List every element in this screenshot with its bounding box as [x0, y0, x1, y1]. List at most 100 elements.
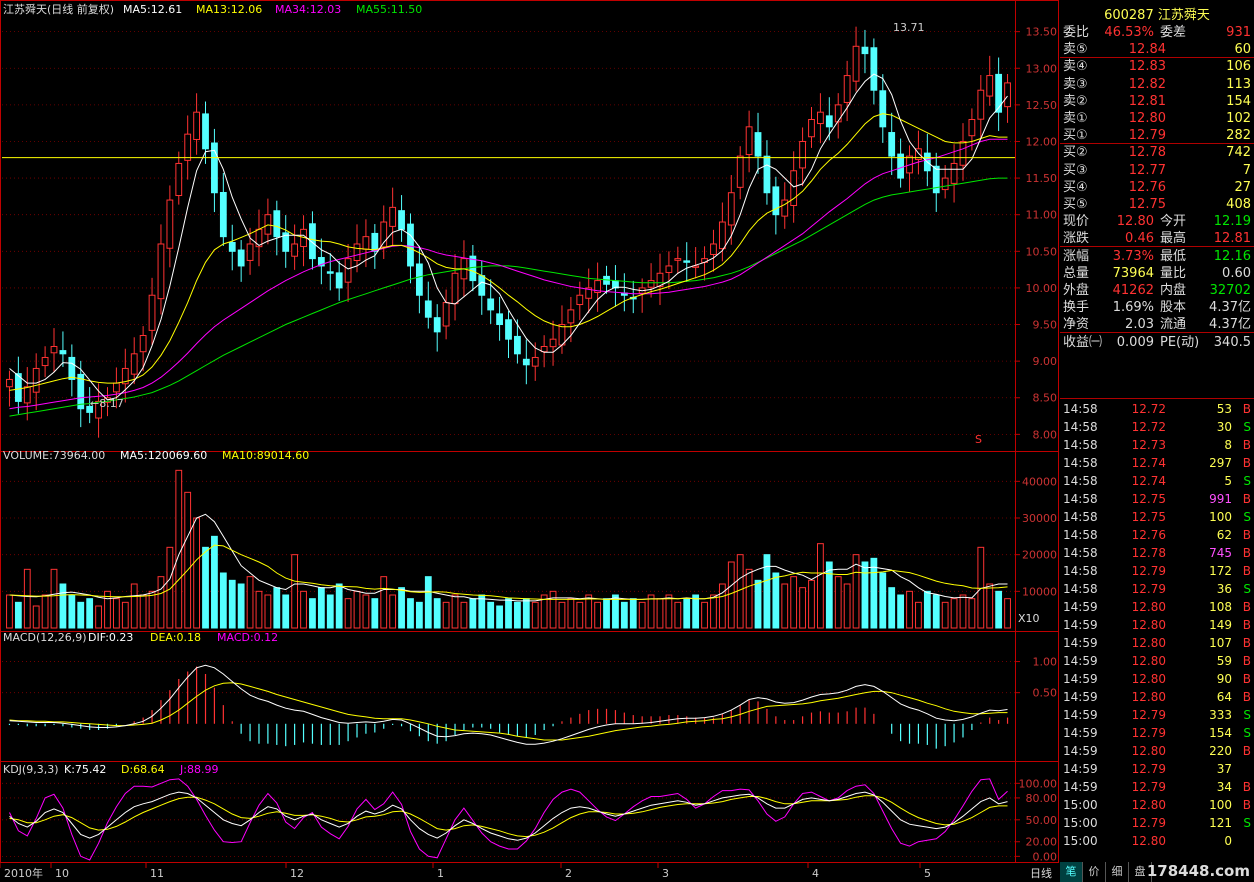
x-axis-label: 2010年 — [4, 866, 43, 880]
candle-body — [950, 162, 958, 184]
candle-body — [246, 243, 254, 261]
tick-side: B — [1242, 798, 1251, 812]
candle-body — [852, 45, 860, 82]
volume-bar — [193, 517, 200, 629]
side-tab-2[interactable]: 细 — [1106, 862, 1129, 882]
ask-volume: 106 — [1226, 59, 1251, 75]
vol-ma5-label: MA5:120069.60 — [120, 449, 207, 462]
kdj-panel[interactable] — [9, 778, 1008, 861]
candle-body — [184, 133, 192, 161]
candle-body — [567, 309, 575, 324]
candle-body — [6, 378, 13, 388]
period-tab[interactable]: 日线 — [1030, 866, 1052, 880]
candle-body — [130, 353, 138, 375]
candle-body — [932, 165, 940, 194]
tick-volume: 107 — [1209, 636, 1232, 650]
price-tick-label: 11.00 — [1026, 209, 1058, 222]
volume-bar — [629, 598, 637, 629]
price-tick-label: 8.00 — [1033, 428, 1058, 441]
tick-row: 14:58 12.74 297 B — [1060, 454, 1254, 472]
ask-label: 卖② — [1063, 93, 1088, 109]
volume-bar — [897, 594, 905, 629]
price-tick-label: 10.00 — [1026, 282, 1058, 295]
candle-body — [41, 356, 49, 367]
weibi-row: 委比 46.53% 委差 931 — [1060, 24, 1254, 41]
candle-body — [139, 335, 147, 353]
stat-value: 4.37亿 — [1209, 317, 1251, 333]
tick-side: B — [1242, 780, 1251, 794]
candle-body — [843, 75, 851, 103]
stat-value: 4.37亿 — [1209, 300, 1251, 316]
tick-volume: 100 — [1209, 798, 1232, 812]
tick-row: 14:58 12.78 745 B — [1060, 544, 1254, 562]
x-axis-label: 1 — [437, 867, 444, 880]
side-tab-1[interactable]: 价 — [1083, 862, 1106, 882]
tick-price: 12.74 — [1131, 456, 1166, 470]
candle-body — [522, 358, 530, 366]
volume-bar — [398, 587, 405, 629]
panel-separator — [1060, 246, 1254, 247]
candle-body — [514, 335, 521, 355]
candle-body — [496, 313, 503, 326]
volume-bar — [710, 594, 717, 629]
bid-volume: 27 — [1234, 179, 1251, 195]
quote-panel: 600287 江苏舜天 委比 46.53% 委差 931 卖⑤ 12.84 60 卖④ 12.8… — [1060, 0, 1254, 882]
volume-bar — [986, 583, 994, 629]
tick-price: 12.79 — [1131, 564, 1166, 578]
candle-body — [59, 350, 67, 355]
volume-bar — [317, 587, 325, 629]
stat-value: 12.16 — [1213, 248, 1251, 264]
tick-row: 14:59 12.80 59 B — [1060, 652, 1254, 670]
stat-label: 内盘 — [1160, 283, 1187, 298]
tick-volume: 149 — [1209, 618, 1232, 632]
tick-row: 14:58 12.76 62 B — [1060, 526, 1254, 544]
volume-bar — [291, 554, 299, 629]
ma55-label: MA55:11.50 — [356, 3, 422, 16]
volume-bar — [959, 594, 967, 629]
tick-row: 14:59 12.79 34 B — [1060, 778, 1254, 796]
kdj-d: D:68.64 — [121, 763, 165, 776]
stat-row: 现价 12.80 今开 12.19 — [1060, 213, 1254, 230]
tick-side: B — [1242, 654, 1251, 668]
tick-volume: 333 — [1209, 708, 1232, 722]
bid-row: 买③ 12.77 7 — [1060, 162, 1254, 179]
candle-body — [451, 272, 459, 305]
macd-panel[interactable] — [8, 664, 1009, 749]
candle-body — [175, 162, 183, 197]
tick-side: S — [1243, 708, 1251, 722]
volume-bar — [415, 601, 423, 629]
candle-body — [941, 177, 949, 191]
volume-bar — [433, 598, 441, 629]
volume-bar — [754, 579, 762, 629]
volume-bar — [59, 583, 67, 629]
volume-bar — [701, 601, 708, 629]
panel-separator — [1060, 143, 1254, 144]
bid-label: 买④ — [1063, 179, 1088, 195]
tick-row: 14:59 12.79 333 S — [1060, 706, 1254, 724]
chart-area[interactable]: 13.5013.0012.5012.0011.5011.0010.5010.00… — [0, 0, 1060, 882]
macd-value: MACD:0.12 — [217, 631, 278, 644]
volume-tick-label: 40000 — [1022, 475, 1057, 488]
ask-row: 卖② 12.81 154 — [1060, 93, 1254, 110]
candle-body — [335, 272, 343, 289]
tick-volume: 297 — [1209, 456, 1232, 470]
tick-volume: 5 — [1224, 474, 1232, 488]
candle-body — [736, 155, 744, 188]
volume-bar — [77, 601, 85, 629]
volume-tick-label: 20000 — [1022, 549, 1057, 562]
volume-bar — [282, 594, 290, 629]
side-tab-0[interactable]: 笔 — [1060, 862, 1083, 882]
panel-separator — [1060, 398, 1254, 399]
candle-body — [861, 46, 869, 55]
volume-bar — [861, 561, 869, 629]
high-marker: 13.71 — [893, 21, 925, 34]
tick-row: 14:58 12.75 100 S — [1060, 508, 1254, 526]
candle-body — [772, 186, 780, 216]
price-tick-label: 11.50 — [1026, 172, 1058, 185]
volume-panel[interactable] — [6, 469, 1011, 629]
price-panel[interactable] — [2, 26, 1015, 438]
tick-volume: 745 — [1209, 546, 1232, 560]
tick-time: 14:58 — [1063, 582, 1098, 596]
tick-price: 12.80 — [1131, 636, 1166, 650]
ask-row: 卖④ 12.83 106 — [1060, 58, 1254, 75]
